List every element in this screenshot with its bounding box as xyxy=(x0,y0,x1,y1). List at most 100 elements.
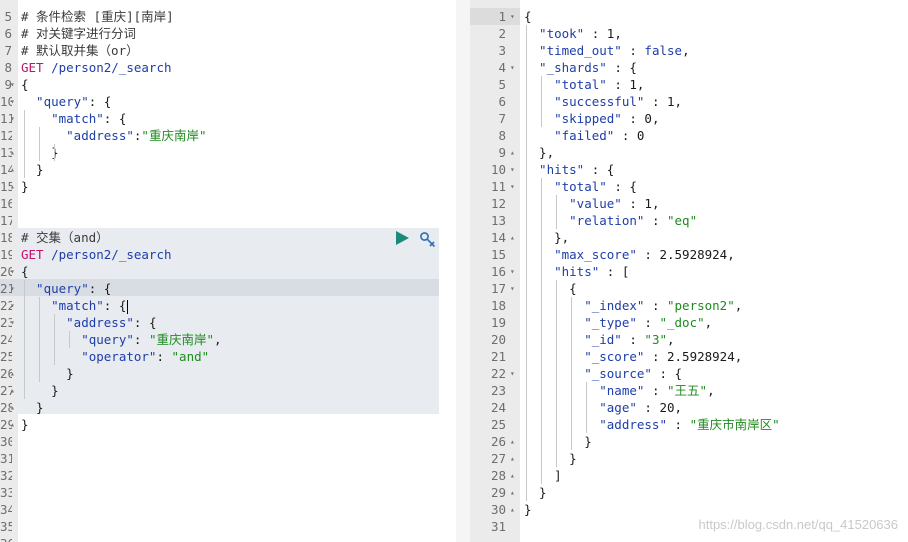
code-text[interactable]: "value" : 1, xyxy=(524,195,659,212)
code-text[interactable]: "match": { xyxy=(21,297,129,314)
code-text[interactable]: "query": "重庆南岸", xyxy=(21,331,221,348)
fold-toggle-icon[interactable]: ▴ xyxy=(510,433,515,450)
request-editor[interactable]: 5 # 条件检索 [重庆][南岸] 6 # 对关键字进行分词 7 # 默认取并集（or） 8… xyxy=(0,0,456,542)
fold-toggle-icon[interactable]: ▾ xyxy=(510,365,515,382)
code-text[interactable]: "_shards" : { xyxy=(524,59,637,76)
code-text[interactable]: # 默认取并集（or） xyxy=(21,42,139,59)
code-token: : xyxy=(614,128,637,143)
code-text[interactable]: "query": { xyxy=(21,280,111,297)
code-text[interactable]: "_type" : "_doc", xyxy=(524,314,712,331)
fold-toggle-icon[interactable]: ▴ xyxy=(10,144,15,161)
line-number: 24 xyxy=(0,332,12,347)
code-text[interactable]: ] xyxy=(524,467,562,484)
code-text[interactable]: "hits" : [ xyxy=(524,263,629,280)
fold-toggle-icon[interactable]: ▾ xyxy=(510,8,515,25)
code-text[interactable]: } xyxy=(524,433,592,450)
line-number: 26 xyxy=(490,434,506,449)
code-token: : { xyxy=(133,315,157,330)
pane-resizer[interactable] xyxy=(456,0,470,542)
fold-toggle-icon[interactable]: ▾ xyxy=(10,93,15,110)
code-token: : xyxy=(644,298,667,313)
code-text[interactable]: { xyxy=(524,8,532,25)
code-text[interactable]: } xyxy=(524,501,532,518)
code-text[interactable]: "hits" : { xyxy=(524,161,614,178)
code-text[interactable]: "name" : "王五", xyxy=(524,382,714,399)
code-text[interactable]: } xyxy=(21,382,59,399)
fold-toggle-icon[interactable]: ▴ xyxy=(10,382,15,399)
code-text[interactable]: GET /person2/_search xyxy=(21,246,172,263)
fold-toggle-icon[interactable]: ▴ xyxy=(510,501,515,518)
fold-toggle-icon[interactable]: ▾ xyxy=(510,263,515,280)
line-number: 1 xyxy=(498,9,506,24)
code-text[interactable]: } xyxy=(21,178,29,195)
code-token: # 交集（and） xyxy=(21,230,109,245)
code-text[interactable]: "timed_out" : false, xyxy=(524,42,690,59)
fold-toggle-icon[interactable]: ▴ xyxy=(510,144,515,161)
fold-toggle-icon[interactable]: ▾ xyxy=(510,161,515,178)
fold-toggle-icon[interactable]: ▾ xyxy=(10,110,15,127)
code-text[interactable]: # 交集（and） xyxy=(21,229,109,246)
line-number: 10 xyxy=(490,162,506,177)
fold-toggle-icon[interactable]: ▴ xyxy=(510,229,515,246)
code-text[interactable]: "skipped" : 0, xyxy=(524,110,659,127)
code-text[interactable]: "address" : "重庆市南岸区" xyxy=(524,416,779,433)
fold-toggle-icon[interactable]: ▴ xyxy=(10,416,15,433)
code-text[interactable]: "_id" : "3", xyxy=(524,331,674,348)
fold-toggle-icon[interactable]: ▴ xyxy=(10,178,15,195)
code-text[interactable]: "match": { xyxy=(21,110,126,127)
fold-toggle-icon[interactable]: ▾ xyxy=(510,59,515,76)
fold-toggle-icon[interactable]: ▴ xyxy=(510,450,515,467)
code-token: "hits" xyxy=(524,162,585,177)
fold-toggle-icon[interactable]: ▾ xyxy=(510,178,515,195)
code-text[interactable]: "age" : 20, xyxy=(524,399,682,416)
line-number: 16 xyxy=(490,264,506,279)
code-text[interactable]: "relation" : "eq" xyxy=(524,212,697,229)
code-text[interactable]: } xyxy=(21,365,74,382)
code-text[interactable]: "max_score" : 2.5928924, xyxy=(524,246,735,263)
code-text[interactable]: { xyxy=(21,263,29,280)
code-text[interactable]: "address":"重庆南岸" xyxy=(21,127,206,144)
code-text[interactable]: } xyxy=(524,484,547,501)
code-text[interactable]: { xyxy=(21,76,29,93)
fold-toggle-icon[interactable]: ▾ xyxy=(10,297,15,314)
response-viewer[interactable]: 1 ▾ {2 "took" : 1, 3 "timed_out" : false, 4 ▾… xyxy=(470,0,908,542)
code-token: : { xyxy=(651,366,683,381)
fold-toggle-icon[interactable]: ▾ xyxy=(10,76,15,93)
line-number: 30 xyxy=(0,434,12,449)
fold-toggle-icon[interactable]: ▾ xyxy=(510,280,515,297)
code-text[interactable]: "failed" : 0 xyxy=(524,127,644,144)
code-text[interactable]: GET /person2/_search xyxy=(21,59,172,76)
code-text[interactable]: }, xyxy=(524,144,554,161)
code-text[interactable]: }, xyxy=(524,229,569,246)
code-text[interactable]: "address": { xyxy=(21,314,156,331)
code-text[interactable]: "total" : 1, xyxy=(524,76,644,93)
line-number: 7 xyxy=(498,111,506,126)
code-token: "_shards" xyxy=(524,60,607,75)
line-number: 18 xyxy=(0,230,12,245)
fold-toggle-icon[interactable]: ▴ xyxy=(10,365,15,382)
code-text[interactable]: "query": { xyxy=(21,93,111,110)
fold-toggle-icon[interactable]: ▴ xyxy=(510,484,515,501)
code-text[interactable]: { xyxy=(524,280,577,297)
fold-toggle-icon[interactable]: ▴ xyxy=(510,467,515,484)
code-text[interactable]: "successful" : 1, xyxy=(524,93,682,110)
code-text[interactable]: # 条件检索 [重庆][南岸] xyxy=(21,8,174,25)
code-text[interactable]: # 对关键字进行分词 xyxy=(21,25,136,42)
code-text[interactable]: } xyxy=(21,416,29,433)
code-text[interactable]: } xyxy=(21,399,44,416)
fold-toggle-icon[interactable]: ▾ xyxy=(10,263,15,280)
code-text[interactable]: "took" : 1, xyxy=(524,25,622,42)
fold-toggle-icon[interactable]: ▾ xyxy=(10,280,15,297)
code-text[interactable]: "operator": "and" xyxy=(21,348,209,365)
fold-toggle-icon[interactable]: ▴ xyxy=(10,161,15,178)
indent-guide xyxy=(571,297,572,450)
line-number: 8 xyxy=(4,60,12,75)
code-token: "query" xyxy=(21,332,134,347)
fold-toggle-icon[interactable]: ▴ xyxy=(10,399,15,416)
fold-toggle-icon[interactable]: ▾ xyxy=(10,314,15,331)
run-request-button[interactable] xyxy=(395,231,409,245)
code-text[interactable]: } xyxy=(524,450,577,467)
code-token: "重庆南岸" xyxy=(148,332,215,347)
request-settings-button[interactable] xyxy=(419,231,437,249)
code-text[interactable]: "_source" : { xyxy=(524,365,682,382)
